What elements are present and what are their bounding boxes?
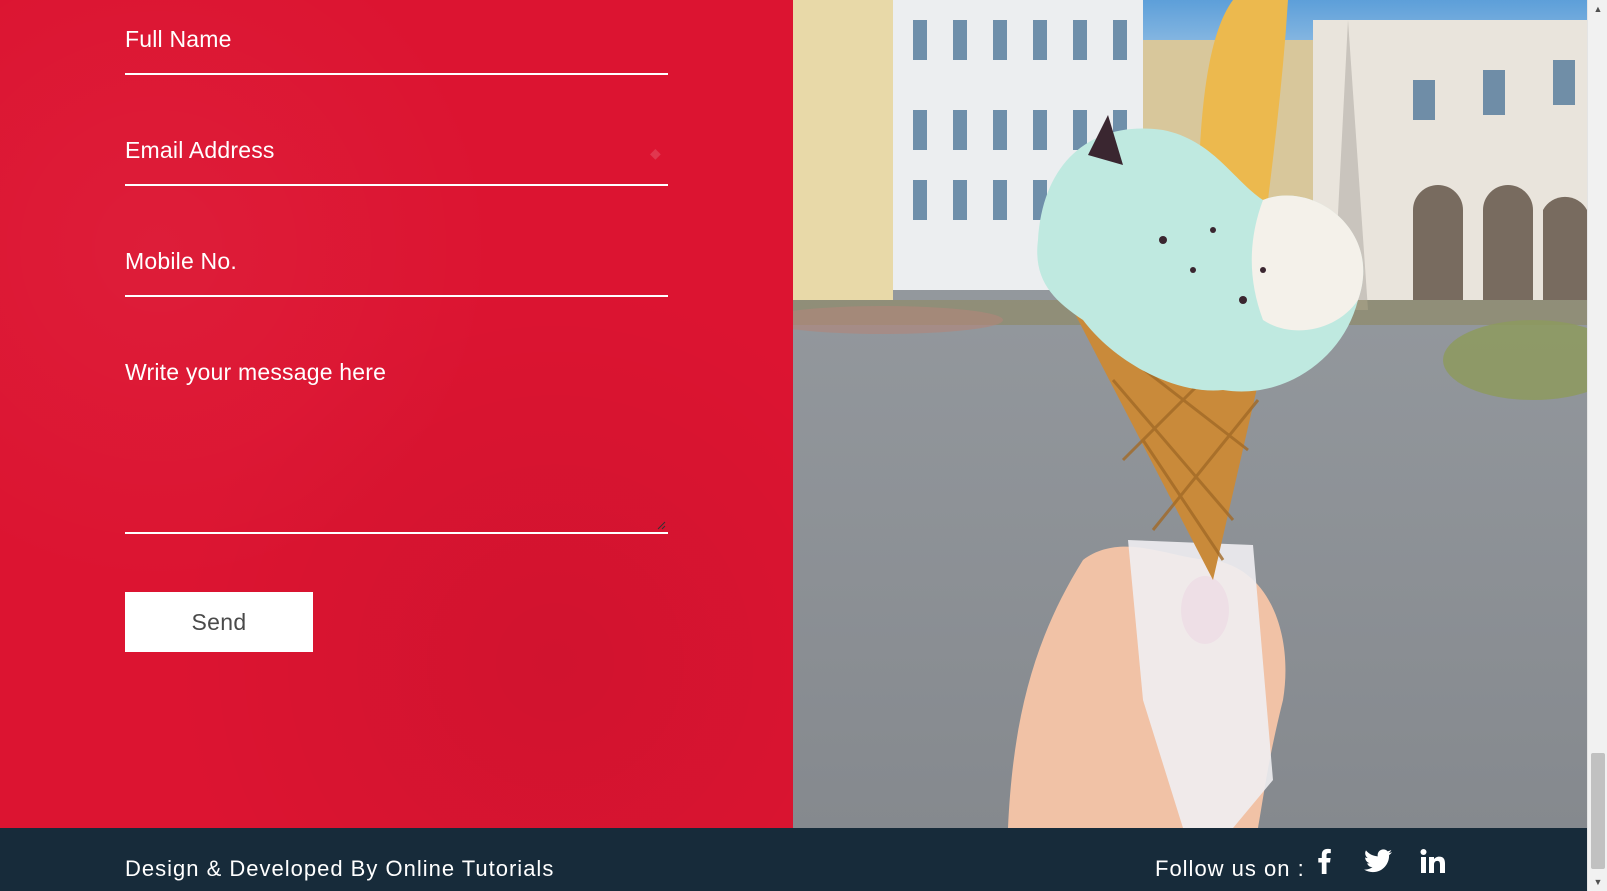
send-button[interactable]: Send (125, 592, 313, 652)
email-field[interactable]: Email Address ◆ (125, 137, 668, 186)
page-scrollbar[interactable]: ▲ ▼ (1587, 0, 1607, 891)
mobile-field[interactable]: Mobile No. (125, 248, 668, 297)
facebook-icon[interactable] (1309, 846, 1339, 876)
resize-handle-icon[interactable] (656, 520, 666, 530)
message-textarea[interactable]: Write your message here (125, 359, 668, 534)
mobile-placeholder: Mobile No. (125, 248, 237, 274)
contact-form-panel: Full Name Email Address ◆ Mobile No. Wri… (0, 0, 793, 828)
message-placeholder: Write your message here (125, 359, 387, 385)
field-marker-icon: ◆ (650, 145, 661, 161)
scroll-thumb[interactable] (1591, 753, 1605, 869)
footer-credit: Design & Developed By Online Tutorials (125, 856, 555, 881)
email-placeholder: Email Address (125, 137, 275, 163)
ice-cream-photo (793, 0, 1587, 828)
twitter-icon[interactable] (1363, 846, 1393, 876)
full-name-field[interactable]: Full Name (125, 26, 668, 75)
scroll-down-icon[interactable]: ▼ (1588, 873, 1607, 891)
ice-cream-illustration (793, 0, 1587, 828)
linkedin-icon[interactable] (1418, 846, 1448, 876)
full-name-placeholder: Full Name (125, 26, 232, 52)
site-footer: Design & Developed By Online Tutorials F… (0, 828, 1587, 891)
follow-us-label: Follow us on : (1155, 856, 1305, 881)
scroll-up-icon[interactable]: ▲ (1588, 0, 1607, 18)
